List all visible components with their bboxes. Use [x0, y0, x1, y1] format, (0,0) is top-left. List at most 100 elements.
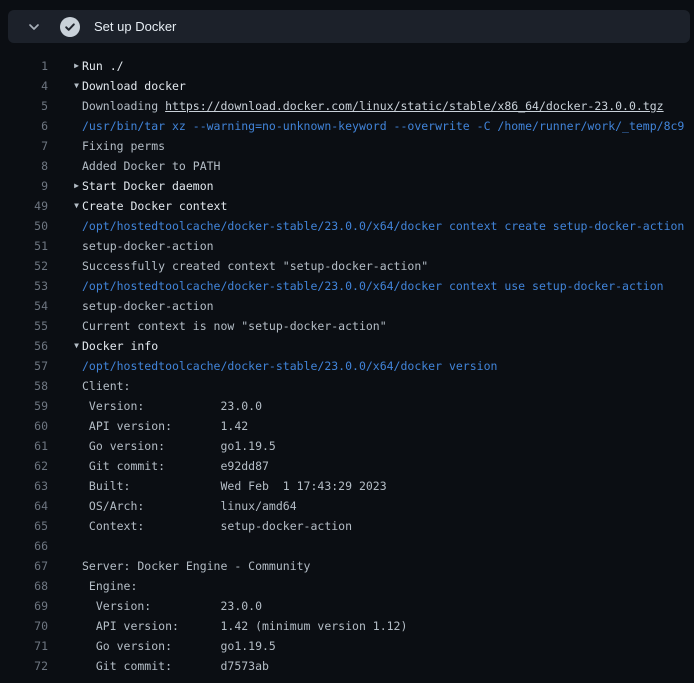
line-number[interactable]: 61	[0, 436, 48, 456]
expander-slot	[48, 296, 82, 316]
actions-log-viewer: Set up Docker 1▶Run ./4▼Download docker5…	[0, 10, 694, 676]
triangle-down-icon[interactable]: ▼	[74, 336, 79, 356]
log-text: API version: 1.42 (minimum version 1.12)	[82, 616, 694, 636]
line-number[interactable]: 66	[0, 536, 48, 556]
expander-slot	[48, 596, 82, 616]
log-row[interactable]: 56 ▼Docker info	[0, 336, 694, 356]
log-row: 62 Git commit: e92dd87	[0, 456, 694, 476]
log-text: Current context is now "setup-docker-act…	[82, 316, 694, 336]
expander-slot	[48, 496, 82, 516]
chevron-down-icon[interactable]	[26, 19, 42, 35]
line-number[interactable]: 58	[0, 376, 48, 396]
log-row: 69 Version: 23.0.0	[0, 596, 694, 616]
line-number[interactable]: 62	[0, 456, 48, 476]
log-rows: 1▶Run ./4▼Download docker5Downloading ht…	[0, 43, 694, 676]
line-number[interactable]: 6	[0, 116, 48, 136]
line-number[interactable]: 55	[0, 316, 48, 336]
line-number[interactable]: 70	[0, 616, 48, 636]
line-number[interactable]: 56	[0, 336, 48, 356]
line-number[interactable]: 9	[0, 176, 48, 196]
triangle-down-icon[interactable]: ▼	[74, 76, 79, 96]
line-number[interactable]: 67	[0, 556, 48, 576]
log-row[interactable]: 49▼Create Docker context	[0, 196, 694, 216]
line-number[interactable]: 4	[0, 76, 48, 96]
line-number[interactable]: 5	[0, 96, 48, 116]
log-row: 61 Go version: go1.19.5	[0, 436, 694, 456]
line-number[interactable]: 54	[0, 296, 48, 316]
log-command-text: /opt/hostedtoolcache/docker-stable/23.0.…	[82, 216, 694, 236]
log-text: Successfully created context "setup-dock…	[82, 256, 694, 276]
expander-slot	[48, 356, 82, 376]
group-title: Docker info	[82, 336, 694, 356]
log-text: Client:	[82, 376, 694, 396]
expander-slot	[48, 616, 82, 636]
line-number[interactable]: 53	[0, 276, 48, 296]
line-number[interactable]: 50	[0, 216, 48, 236]
expander-slot: ▼	[48, 196, 82, 216]
log-row: 52 Successfully created context "setup-do…	[0, 256, 694, 276]
log-row: 5 Downloading https://download.docker.com…	[0, 96, 694, 116]
log-text: Fixing perms	[82, 136, 694, 156]
log-row: 70 API version: 1.42 (minimum version 1.…	[0, 616, 694, 636]
line-number[interactable]: 72	[0, 656, 48, 676]
expander-slot	[48, 536, 82, 556]
line-number[interactable]: 1	[0, 56, 48, 76]
expander-slot	[48, 316, 82, 336]
log-row: 51 setup-docker-action	[0, 236, 694, 256]
log-text: setup-docker-action	[82, 236, 694, 256]
log-link[interactable]: https://download.docker.com/linux/static…	[165, 99, 664, 113]
step-header[interactable]: Set up Docker	[8, 10, 690, 43]
line-number[interactable]: 65	[0, 516, 48, 536]
expander-slot: ▼	[48, 336, 82, 356]
log-row: 8Added Docker to PATH	[0, 156, 694, 176]
log-row: 60 API version: 1.42	[0, 416, 694, 436]
triangle-down-icon[interactable]: ▼	[74, 196, 79, 216]
group-title: Download docker	[82, 76, 694, 96]
expander-slot	[48, 516, 82, 536]
log-row: 53/opt/hostedtoolcache/docker-stable/23.…	[0, 276, 694, 296]
line-number[interactable]: 63	[0, 476, 48, 496]
log-row: 71 Go version: go1.19.5	[0, 636, 694, 656]
line-number[interactable]: 59	[0, 396, 48, 416]
log-row[interactable]: 4 ▼Download docker	[0, 76, 694, 96]
expander-slot: ▼	[48, 76, 82, 96]
line-number[interactable]: 57	[0, 356, 48, 376]
log-row: 59 Version: 23.0.0	[0, 396, 694, 416]
log-text: Go version: go1.19.5	[82, 436, 694, 456]
log-text: Go version: go1.19.5	[82, 636, 694, 656]
expander-slot: ▶	[48, 176, 82, 196]
line-number[interactable]: 49	[0, 196, 48, 216]
log-row: 50/opt/hostedtoolcache/docker-stable/23.…	[0, 216, 694, 236]
triangle-right-icon[interactable]: ▶	[74, 56, 79, 76]
log-row[interactable]: 1▶Run ./	[0, 56, 694, 76]
triangle-right-icon[interactable]: ▶	[74, 176, 79, 196]
log-row: 66	[0, 536, 694, 556]
log-text: Engine:	[82, 576, 694, 596]
line-number[interactable]: 71	[0, 636, 48, 656]
log-text: Git commit: e92dd87	[82, 456, 694, 476]
expander-slot	[48, 216, 82, 236]
log-command-text: /opt/hostedtoolcache/docker-stable/23.0.…	[82, 356, 694, 376]
log-text: Git commit: d7573ab	[82, 656, 694, 676]
line-number[interactable]: 8	[0, 156, 48, 176]
expander-slot	[48, 256, 82, 276]
expander-slot	[48, 656, 82, 676]
line-number[interactable]: 52	[0, 256, 48, 276]
log-command-text: /opt/hostedtoolcache/docker-stable/23.0.…	[82, 276, 694, 296]
log-text: Context: setup-docker-action	[82, 516, 694, 536]
line-number[interactable]: 68	[0, 576, 48, 596]
line-number[interactable]: 69	[0, 596, 48, 616]
log-text: Version: 23.0.0	[82, 396, 694, 416]
log-row[interactable]: 9▶Start Docker daemon	[0, 176, 694, 196]
line-number[interactable]: 51	[0, 236, 48, 256]
expander-slot	[48, 436, 82, 456]
log-text: Built: Wed Feb 1 17:43:29 2023	[82, 476, 694, 496]
line-number[interactable]: 64	[0, 496, 48, 516]
line-number[interactable]: 7	[0, 136, 48, 156]
log-text: setup-docker-action	[82, 296, 694, 316]
log-row: 63 Built: Wed Feb 1 17:43:29 2023	[0, 476, 694, 496]
log-text: Downloading	[82, 99, 165, 113]
log-text: OS/Arch: linux/amd64	[82, 496, 694, 516]
line-number[interactable]: 60	[0, 416, 48, 436]
log-row: 55 Current context is now "setup-docker-a…	[0, 316, 694, 336]
